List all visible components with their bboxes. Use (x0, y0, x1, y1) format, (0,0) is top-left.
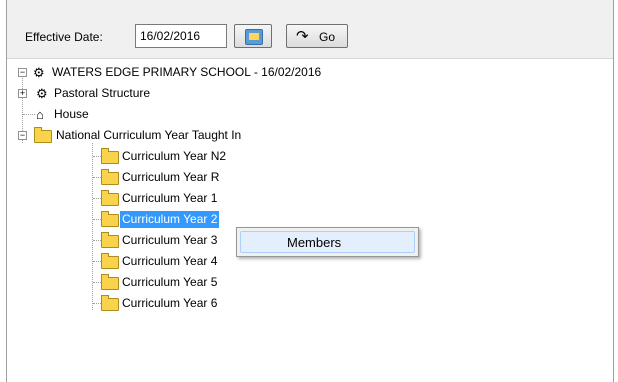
tree-connector (23, 114, 35, 115)
folder-icon (101, 211, 119, 227)
calendar-icon (245, 29, 263, 45)
tree-connector (93, 303, 101, 304)
tree-connector (93, 261, 101, 262)
context-menu-item-members[interactable]: Members (240, 231, 415, 253)
tree-node-label: Curriculum Year 6 (122, 296, 218, 310)
tree-node-label: Curriculum Year 5 (122, 275, 218, 289)
tree-node-label-selected: Curriculum Year 2 (120, 211, 220, 228)
house-icon: ⌂ (36, 107, 44, 122)
tree-node-label: WATERS EDGE PRIMARY SCHOOL - 16/02/2016 (52, 65, 322, 79)
tree-connector (93, 156, 101, 157)
folder-icon (101, 232, 119, 248)
school-structure-icon: ⚙ (33, 65, 45, 80)
tree-node-national-curriculum[interactable]: − National Curriculum Year Taught In (12, 127, 372, 144)
go-label: Go (319, 30, 336, 44)
tree-node-year-selected[interactable]: Curriculum Year 2 (87, 211, 287, 228)
tree-connector (93, 177, 101, 178)
pastoral-structure-icon: ⚙ (36, 86, 48, 101)
tree-connector (93, 198, 101, 199)
tree-node-year[interactable]: Curriculum Year 5 (87, 274, 287, 291)
folder-icon (101, 148, 119, 164)
folder-icon (101, 190, 119, 206)
go-arrow-icon: ↷ (296, 28, 309, 45)
collapse-toggle[interactable]: − (18, 68, 27, 77)
folder-icon (101, 274, 119, 290)
tree-node-label: Curriculum Year 3 (122, 233, 218, 247)
expand-toggle[interactable]: + (18, 89, 27, 98)
toolbar: Effective Date: ↷ Go (7, 0, 613, 59)
go-button[interactable]: ↷ Go (286, 24, 348, 48)
tree-node-label: House (54, 107, 89, 121)
effective-date-label: Effective Date: (25, 30, 103, 44)
calendar-button[interactable] (234, 24, 272, 48)
folder-icon (101, 253, 119, 269)
tree-connector (93, 240, 101, 241)
folder-icon (34, 127, 52, 143)
tree-node-label: Curriculum Year R (122, 170, 220, 184)
tree-node-label: Pastoral Structure (54, 86, 151, 100)
tree-node-label: Curriculum Year 1 (122, 191, 218, 205)
tree-node-year[interactable]: Curriculum Year 1 (87, 190, 287, 207)
tree-node-year[interactable]: Curriculum Year 6 (87, 295, 287, 312)
folder-icon (101, 169, 119, 185)
menu-item-label: Members (287, 235, 342, 250)
effective-date-input[interactable] (135, 24, 227, 48)
tree-connector (93, 219, 101, 220)
structure-tree[interactable]: − ⚙ WATERS EDGE PRIMARY SCHOOL - 16/02/2… (7, 59, 613, 382)
tree-connector (93, 282, 101, 283)
tree-node-year[interactable]: Curriculum Year N2 (87, 148, 287, 165)
tree-node-root[interactable]: − ⚙ WATERS EDGE PRIMARY SCHOOL - 16/02/2… (12, 64, 432, 81)
tree-node-year[interactable]: Curriculum Year R (87, 169, 287, 186)
tree-node-label: Curriculum Year 4 (122, 254, 218, 268)
folder-icon (101, 295, 119, 311)
tree-node-label: National Curriculum Year Taught In (56, 128, 242, 142)
tree-node-label: Curriculum Year N2 (122, 149, 227, 163)
tree-node-house[interactable]: ⌂ House (12, 106, 312, 123)
tree-node-pastoral[interactable]: + ⚙ Pastoral Structure (12, 85, 312, 102)
context-menu: Members (236, 227, 419, 257)
collapse-toggle[interactable]: − (18, 131, 27, 140)
